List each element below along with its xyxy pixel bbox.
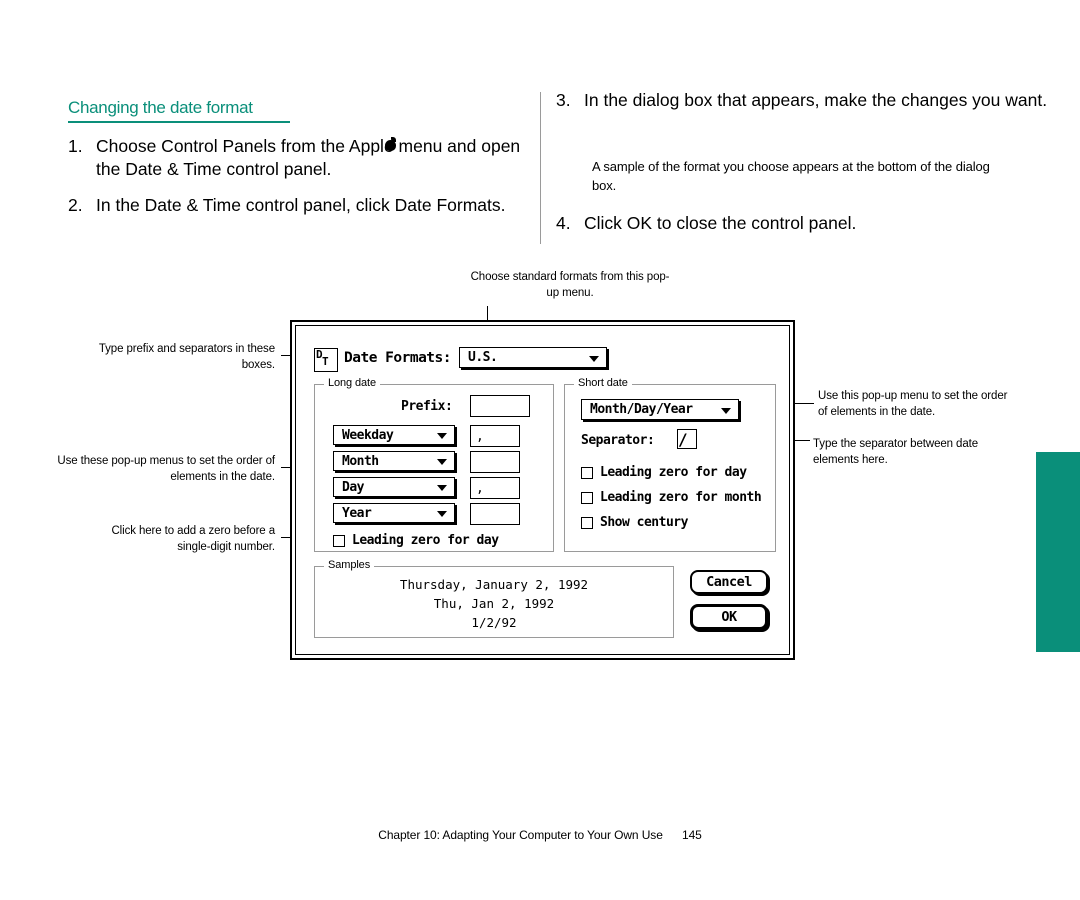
long-date-element-label-1: Weekday (342, 427, 394, 443)
step-4-text: Click OK to close the control panel. (584, 213, 857, 233)
chevron-down-icon (589, 355, 599, 362)
step-3-note: A sample of the format you choose appear… (592, 159, 990, 193)
short-date-leading-zero-day-label: Leading zero for day (600, 465, 747, 480)
step-4-number: 4. (556, 213, 571, 233)
short-date-leading-zero-month-row[interactable]: Leading zero for month (581, 490, 762, 505)
cancel-button-label: Cancel (706, 574, 752, 590)
step-1: 1. Choose Control Panels from the Apple … (68, 135, 528, 181)
step-1-number: 1. (68, 136, 83, 156)
long-date-leading-zero-day-label: Leading zero for day (352, 533, 499, 548)
short-date-leading-zero-day-checkbox[interactable] (581, 466, 593, 479)
page-title: Changing the date format (68, 98, 253, 117)
step-1-text: Choose Control Panels from the Apple men… (96, 136, 521, 179)
samples-group-label: Samples (324, 559, 375, 571)
long-date-element-label-3: Day (342, 479, 364, 495)
long-date-separator-value-3: , (476, 481, 484, 496)
footer-chapter-text: Chapter 10: Adapting Your Computer to Yo… (378, 828, 663, 842)
standard-format-popup[interactable]: U.S. (459, 347, 607, 368)
long-date-element-popup-2[interactable]: Month (333, 451, 455, 471)
long-date-leading-zero-day-row[interactable]: Leading zero for day (333, 533, 499, 548)
standard-format-value: U.S. (468, 350, 498, 365)
chevron-down-icon (437, 511, 447, 517)
sample-line-2: Thu, Jan 2, 1992 (433, 596, 555, 611)
dialog-title: Date Formats: (344, 350, 452, 366)
long-date-element-popup-1[interactable]: Weekday (333, 425, 455, 445)
long-date-separator-input-3[interactable]: , (470, 477, 520, 499)
short-date-separator-label: Separator: (581, 433, 655, 448)
long-date-element-label-4: Year (342, 505, 372, 521)
chevron-down-icon (721, 407, 731, 414)
step-2-number: 2. (68, 195, 83, 215)
page-number: 145 (682, 828, 702, 842)
column-divider (540, 92, 541, 244)
callout-order-popups: Use these pop-up menus to set the order … (57, 455, 275, 483)
sample-line-3: 1/2/92 (471, 615, 517, 630)
short-date-order-label: Month/Day/Year (590, 402, 693, 417)
date-formats-dialog: D T Date Formats: U.S. Long date Prefix:… (290, 320, 795, 660)
footer: Chapter 10: Adapting Your Computer to Yo… (0, 828, 1080, 842)
short-date-leading-zero-month-label: Leading zero for month (600, 490, 762, 505)
short-date-leading-zero-month-checkbox[interactable] (581, 491, 593, 504)
callout-separator: Type the separator between date elements… (813, 438, 979, 466)
cancel-button[interactable]: Cancel (690, 570, 768, 594)
long-date-element-popup-3[interactable]: Day (333, 477, 455, 497)
chevron-down-icon (437, 485, 447, 491)
short-date-show-century-label: Show century (600, 515, 688, 530)
chevron-down-icon (437, 459, 447, 465)
callout-short-order-popup: Use this pop-up menu to set the order of… (818, 390, 1008, 418)
date-time-icon-letter-t: T (322, 355, 329, 368)
long-date-separator-input-1[interactable]: , (470, 425, 520, 447)
callout-prefix-boxes: Type prefix and separators in these boxe… (98, 343, 275, 371)
chevron-down-icon (437, 433, 447, 439)
long-date-element-popup-4[interactable]: Year (333, 503, 455, 523)
step-3-text: In the dialog box that appears, make the… (584, 90, 1048, 110)
short-date-separator-value: / (678, 430, 688, 449)
sample-line-1: Thursday, January 2, 1992 (399, 577, 589, 592)
step-3-number: 3. (556, 90, 571, 110)
apple-menu-icon (384, 137, 397, 151)
samples-group: Samples Thursday, January 2, 1992 Thu, J… (314, 559, 674, 638)
long-date-separator-input-2[interactable] (470, 451, 520, 473)
title-underline (68, 121, 290, 123)
step-2: 2. In the Date & Time control panel, cli… (68, 194, 568, 217)
page-edge-tab (1036, 452, 1080, 652)
long-date-group-label: Long date (324, 377, 381, 389)
callout-standard-formats: Choose standard formats from this pop-up… (470, 271, 670, 299)
short-date-leading-zero-day-row[interactable]: Leading zero for day (581, 465, 747, 480)
step-3: 3. In the dialog box that appears, make … (556, 89, 1076, 112)
long-date-group: Long date Prefix: Weekday , Month Day , (314, 377, 554, 552)
ok-button[interactable]: OK (690, 604, 768, 630)
short-date-separator-input[interactable]: / (677, 429, 697, 449)
short-date-order-popup[interactable]: Month/Day/Year (581, 399, 739, 420)
step-2-text: In the Date & Time control panel, click … (96, 195, 506, 215)
date-time-icon: D T (314, 348, 338, 372)
long-date-separator-value-1: , (476, 429, 484, 444)
short-date-group: Short date Month/Day/Year Separator: / L… (564, 377, 776, 552)
ok-button-label: OK (721, 609, 737, 625)
short-date-show-century-row[interactable]: Show century (581, 515, 688, 530)
prefix-input[interactable] (470, 395, 530, 417)
callout-leading-zero: Click here to add a zero before a single… (111, 525, 275, 553)
short-date-show-century-checkbox[interactable] (581, 516, 593, 529)
prefix-label: Prefix: (401, 399, 453, 414)
step-4: 4. Click OK to close the control panel. (556, 212, 1026, 235)
long-date-separator-input-4[interactable] (470, 503, 520, 525)
long-date-leading-zero-day-checkbox[interactable] (333, 534, 345, 547)
long-date-element-label-2: Month (342, 453, 379, 469)
short-date-group-label: Short date (574, 377, 632, 389)
